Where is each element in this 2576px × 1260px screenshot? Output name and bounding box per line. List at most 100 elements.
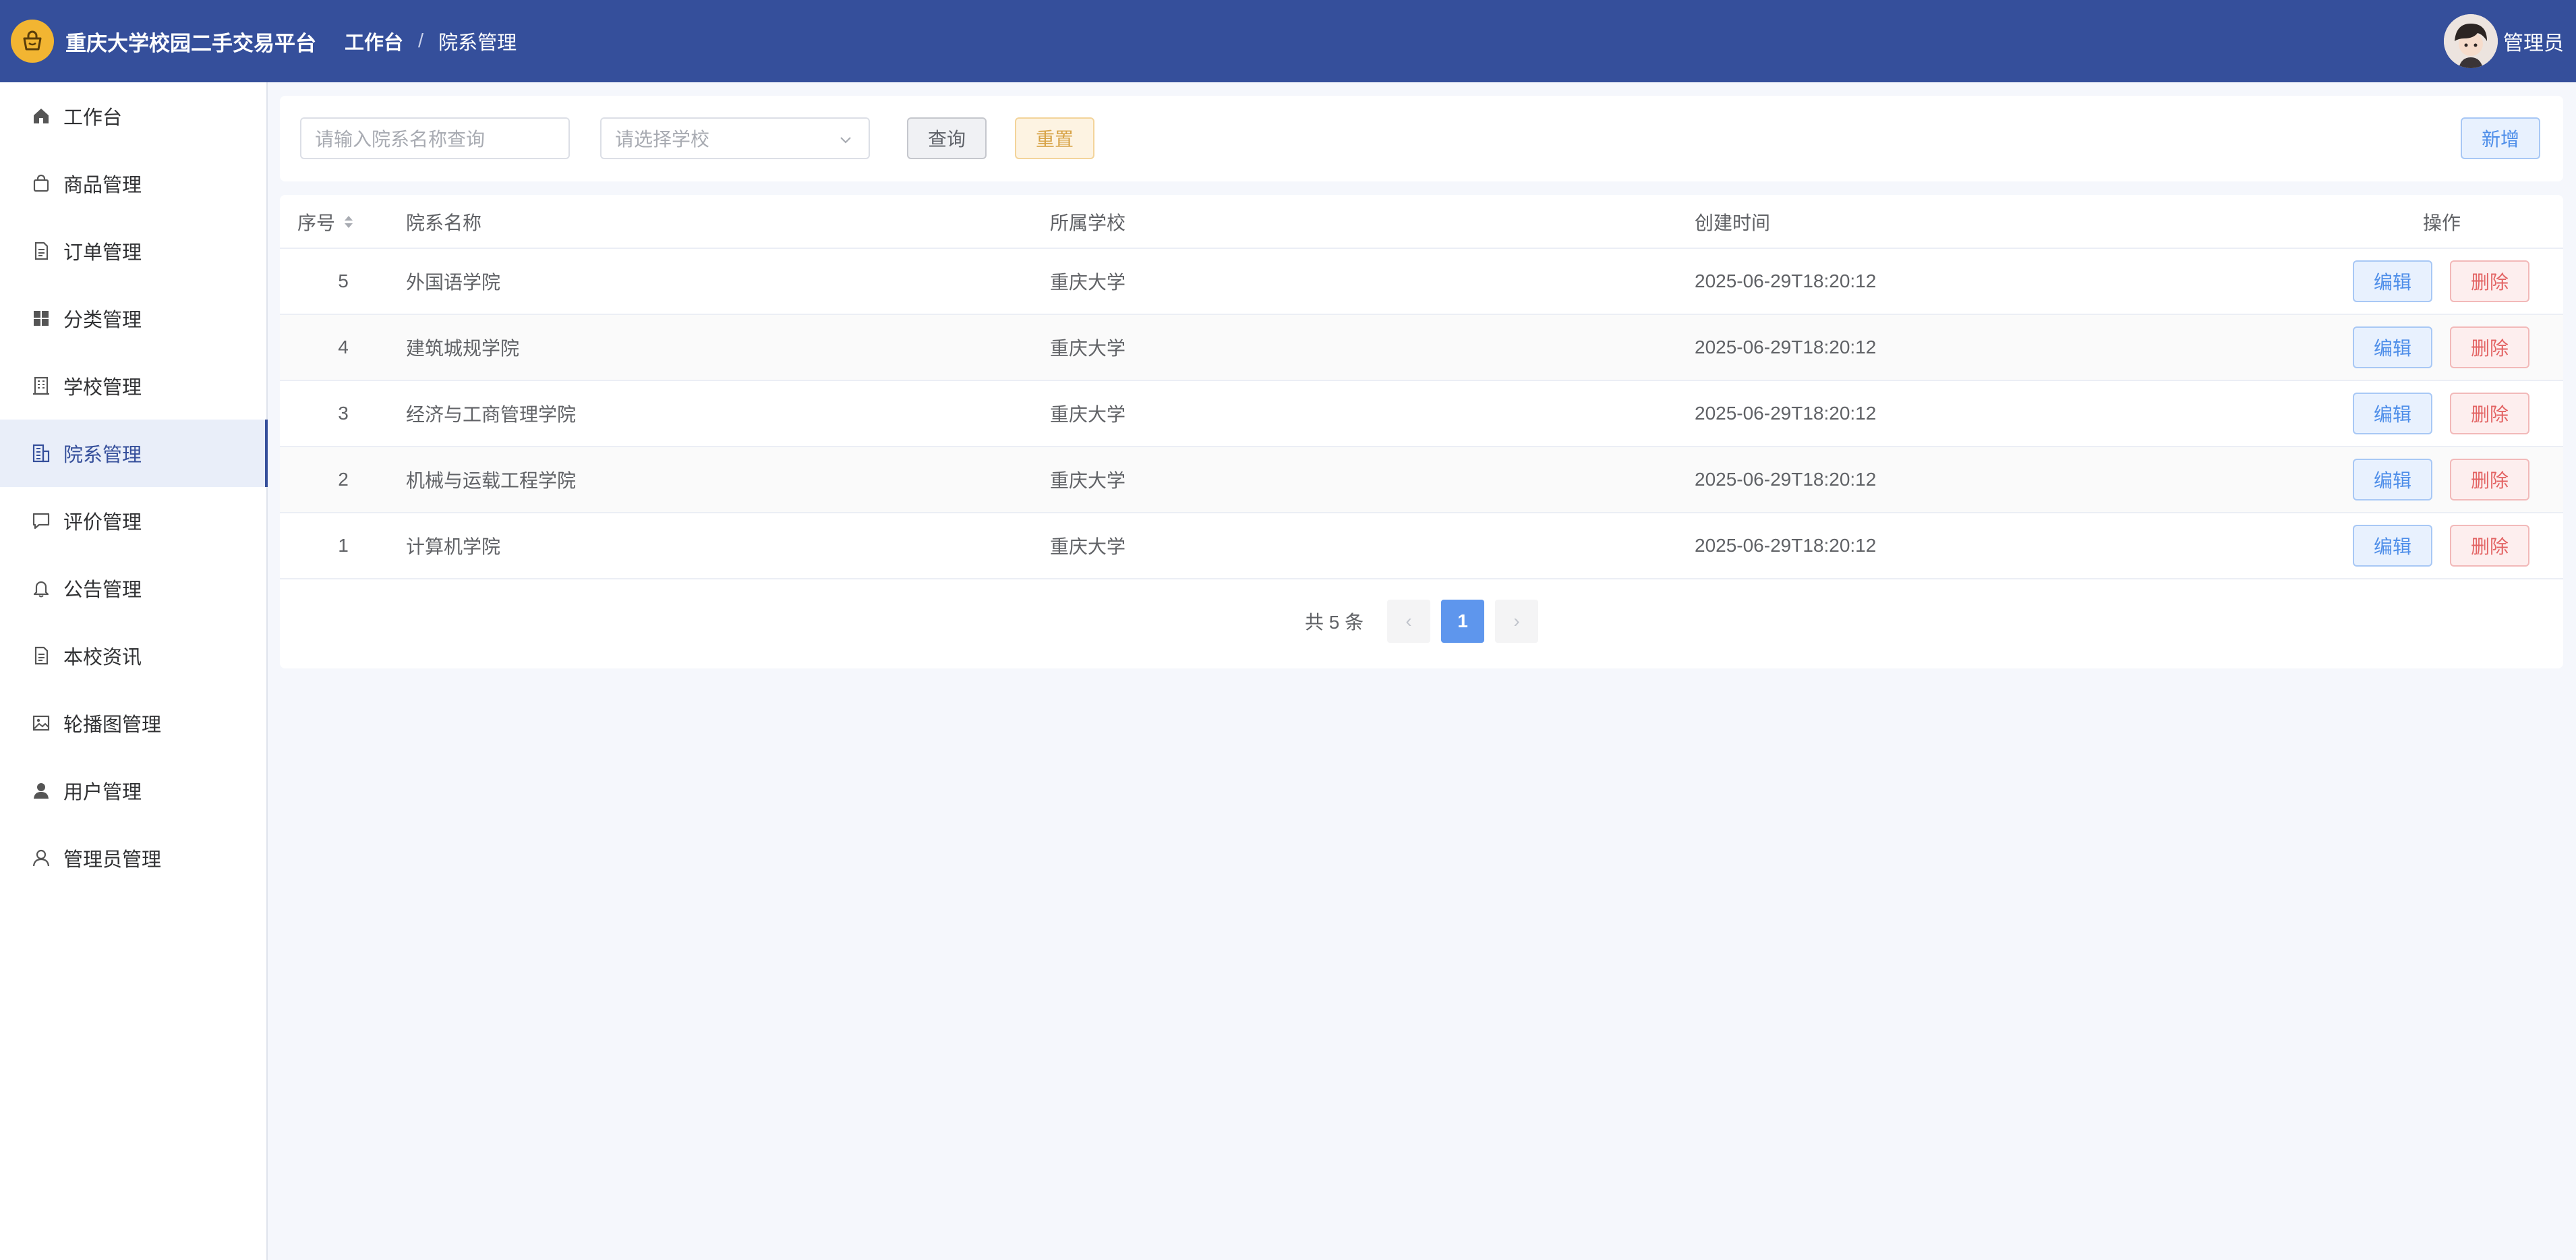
edit-button[interactable]: 编辑 <box>2353 326 2432 368</box>
table-header: 序号 院系名称 所属学校 创建时间 操作 <box>280 195 2563 249</box>
sidebar-item-label: 管理员管理 <box>63 849 162 871</box>
sidebar-item-reviews[interactable]: 评价管理 <box>0 487 266 554</box>
cell-school: 重庆大学 <box>1050 536 1126 557</box>
cell-department-name: 机械与运载工程学院 <box>406 470 577 491</box>
sidebar-item-label: 分类管理 <box>63 310 142 331</box>
table-row: 1 计算机学院 重庆大学 2025-06-29T18:20:12 编辑 删除 <box>280 513 2563 579</box>
column-header-label: 序号 <box>297 212 336 233</box>
user-outline-icon <box>30 847 53 869</box>
delete-button[interactable]: 删除 <box>2450 459 2529 500</box>
delete-button[interactable]: 删除 <box>2450 326 2529 368</box>
sidebar-item-label: 本校资讯 <box>63 647 142 668</box>
sidebar-item-label: 工作台 <box>63 107 123 129</box>
prev-page-button[interactable]: ‹ <box>1387 600 1430 643</box>
sidebar-item-workbench[interactable]: 工作台 <box>0 82 266 150</box>
chevron-down-icon <box>838 131 854 152</box>
sidebar-item-label: 用户管理 <box>63 782 142 803</box>
bell-icon <box>30 577 53 600</box>
edit-button[interactable]: 编辑 <box>2353 393 2432 434</box>
add-button[interactable]: 新增 <box>2461 117 2540 159</box>
sidebar-item-announcements[interactable]: 公告管理 <box>0 554 266 622</box>
sidebar-item-users[interactable]: 用户管理 <box>0 757 266 824</box>
cell-index: 2 <box>338 469 349 490</box>
sidebar-item-label: 公告管理 <box>63 579 142 601</box>
column-header-name: 院系名称 <box>406 212 482 233</box>
sidebar-item-label: 评价管理 <box>63 512 142 534</box>
cell-department-name: 外国语学院 <box>406 272 501 293</box>
search-bar: 请输入院系名称查询 请选择学校 查询 重置 新增 <box>280 96 2563 181</box>
building-icon <box>30 374 53 397</box>
column-header-index[interactable]: 序号 <box>297 195 355 249</box>
sidebar-item-label: 院系管理 <box>63 445 142 466</box>
top-header: 重庆大学校园二手交易平台 工作台 / 院系管理 管理员 <box>0 0 2576 82</box>
breadcrumb-current: 院系管理 <box>438 32 517 54</box>
app-title: 重庆大学校园二手交易平台 <box>65 31 316 55</box>
main-content: 请输入院系名称查询 请选择学校 查询 重置 新增 序号 院系名称 所属学校 创建… <box>268 82 2576 1260</box>
sidebar-item-label: 轮播图管理 <box>63 714 162 736</box>
user-name: 管理员 <box>2503 32 2564 55</box>
cell-school: 重庆大学 <box>1050 404 1126 425</box>
sidebar-item-categories[interactable]: 分类管理 <box>0 285 266 352</box>
avatar[interactable] <box>2444 14 2498 68</box>
user-filled-icon <box>30 779 53 802</box>
cell-department-name: 经济与工商管理学院 <box>406 404 577 425</box>
edit-button[interactable]: 编辑 <box>2353 260 2432 302</box>
cell-created-time: 2025-06-29T18:20:12 <box>1695 535 1877 556</box>
cell-index: 1 <box>338 535 349 556</box>
column-header-created: 创建时间 <box>1695 212 1771 233</box>
sidebar-item-label: 学校管理 <box>63 377 142 399</box>
edit-button[interactable]: 编辑 <box>2353 459 2432 500</box>
table-row: 4 建筑城规学院 重庆大学 2025-06-29T18:20:12 编辑 删除 <box>280 315 2563 381</box>
column-header-school: 所属学校 <box>1050 212 1126 233</box>
grid-icon <box>30 307 53 330</box>
office-building-icon <box>30 442 53 465</box>
sidebar-item-label: 商品管理 <box>63 175 142 196</box>
cell-school: 重庆大学 <box>1050 470 1126 491</box>
image-icon <box>30 712 53 735</box>
user-menu[interactable]: 管理员 <box>2444 14 2564 68</box>
next-page-button[interactable]: › <box>1495 600 1538 643</box>
table-row: 3 经济与工商管理学院 重庆大学 2025-06-29T18:20:12 编辑 … <box>280 381 2563 447</box>
breadcrumb-separator: / <box>418 30 424 52</box>
reset-button[interactable]: 重置 <box>1015 117 1094 159</box>
pagination: 共 5 条 ‹ 1 › <box>280 600 2563 643</box>
breadcrumb: 工作台 / 院系管理 <box>345 27 517 55</box>
department-name-search-input[interactable]: 请输入院系名称查询 <box>300 117 570 159</box>
table-row: 2 机械与运载工程学院 重庆大学 2025-06-29T18:20:12 编辑 … <box>280 447 2563 513</box>
cell-school: 重庆大学 <box>1050 272 1126 293</box>
sidebar-item-orders[interactable]: 订单管理 <box>0 217 266 285</box>
sidebar-item-goods[interactable]: 商品管理 <box>0 150 266 217</box>
delete-button[interactable]: 删除 <box>2450 260 2529 302</box>
cell-created-time: 2025-06-29T18:20:12 <box>1695 337 1877 357</box>
sidebar-item-departments[interactable]: 院系管理 <box>0 420 268 487</box>
school-select-placeholder: 请选择学校 <box>615 129 710 150</box>
department-table: 序号 院系名称 所属学校 创建时间 操作 5 外国语学院 重庆大学 2025-0… <box>280 195 2563 668</box>
home-icon <box>30 105 53 127</box>
document-icon <box>30 644 53 667</box>
breadcrumb-workbench[interactable]: 工作台 <box>345 27 403 55</box>
document-icon <box>30 239 53 262</box>
sidebar-item-schools[interactable]: 学校管理 <box>0 352 266 420</box>
sidebar-item-carousel[interactable]: 轮播图管理 <box>0 689 266 757</box>
sidebar: 工作台 商品管理 订单管理 分类管理 学校管理 院系管理 评价管理 公告管理 本… <box>0 82 268 1260</box>
cell-created-time: 2025-06-29T18:20:12 <box>1695 469 1877 490</box>
page-number-button[interactable]: 1 <box>1441 600 1484 643</box>
sort-icon[interactable] <box>342 213 355 231</box>
cell-department-name: 计算机学院 <box>406 536 501 557</box>
delete-button[interactable]: 删除 <box>2450 525 2529 567</box>
cell-index: 4 <box>338 337 349 357</box>
school-select[interactable]: 请选择学校 <box>600 117 870 159</box>
cell-created-time: 2025-06-29T18:20:12 <box>1695 270 1877 291</box>
sidebar-item-admins[interactable]: 管理员管理 <box>0 824 266 892</box>
cell-index: 5 <box>338 270 349 291</box>
basket-logo-icon <box>11 20 54 63</box>
sidebar-item-news[interactable]: 本校资讯 <box>0 622 266 689</box>
chat-bubble-icon <box>30 509 53 532</box>
query-button[interactable]: 查询 <box>907 117 987 159</box>
cell-created-time: 2025-06-29T18:20:12 <box>1695 403 1877 424</box>
delete-button[interactable]: 删除 <box>2450 393 2529 434</box>
edit-button[interactable]: 编辑 <box>2353 525 2432 567</box>
shopping-bag-icon <box>30 172 53 195</box>
cell-index: 3 <box>338 403 349 424</box>
table-row: 5 外国语学院 重庆大学 2025-06-29T18:20:12 编辑 删除 <box>280 249 2563 315</box>
